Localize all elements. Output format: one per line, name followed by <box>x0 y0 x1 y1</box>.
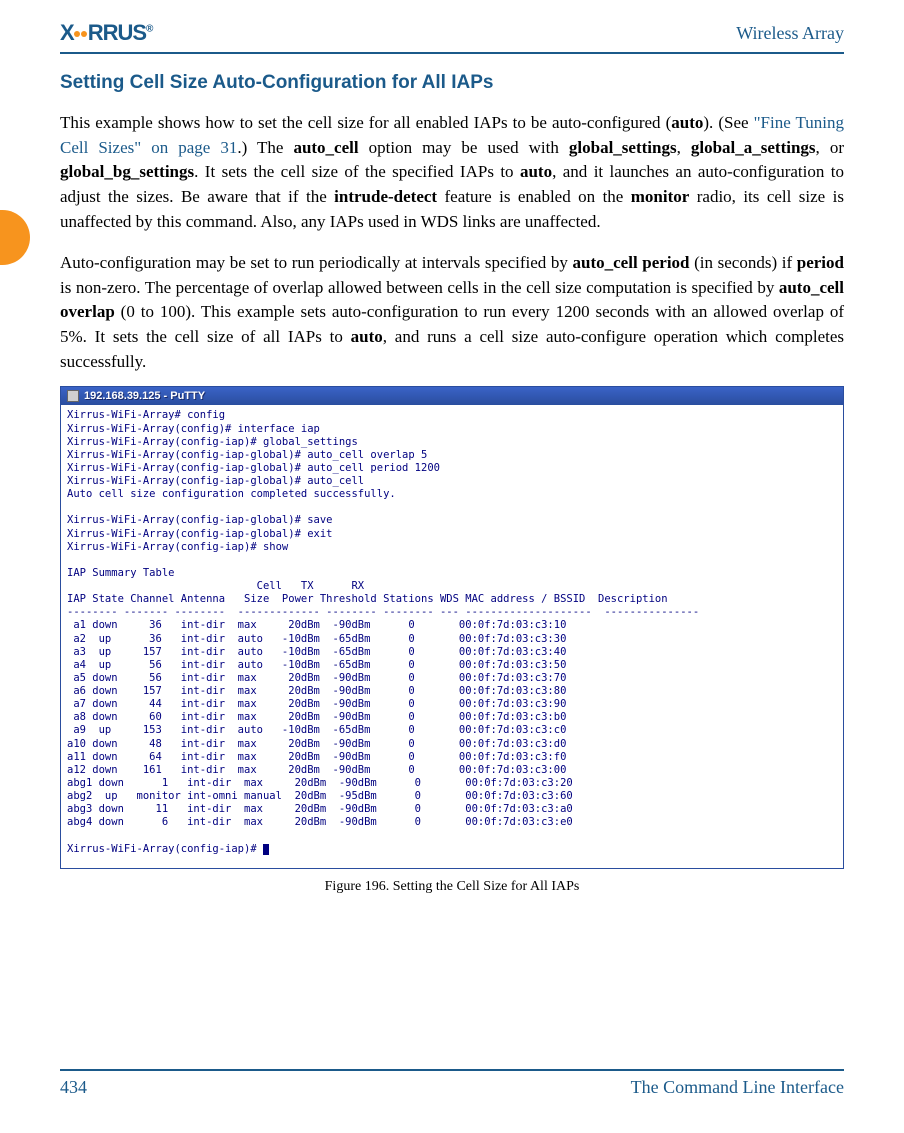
logo-text: XXIRRUSRRUS® <box>60 20 152 46</box>
text-bold: global_bg_settings <box>60 162 194 181</box>
terminal-table-rows: a1 down 36 int-dir max 20dBm -90dBm 0 00… <box>67 619 573 828</box>
terminal-lines: Xirrus-WiFi-Array# config Xirrus-WiFi-Ar… <box>67 409 699 618</box>
terminal-title: 192.168.39.125 - PuTTY <box>84 390 205 402</box>
page-number: 434 <box>60 1077 87 1098</box>
text-bold: global_a_settings <box>691 138 816 157</box>
text-bold: auto <box>671 113 703 132</box>
header-product: Wireless Array <box>736 23 844 44</box>
section-side-tab <box>0 210 30 265</box>
logo-dot-icon <box>74 31 80 37</box>
terminal-prompt: Xirrus-WiFi-Array(config-iap)# <box>67 843 263 855</box>
text: .) The <box>237 138 293 157</box>
terminal-cursor-icon <box>263 844 269 855</box>
putty-icon <box>67 390 79 402</box>
terminal-window: 192.168.39.125 - PuTTY Xirrus-WiFi-Array… <box>60 386 844 868</box>
page-header: XXIRRUSRRUS® Wireless Array <box>60 20 844 54</box>
paragraph-2: Auto-configuration may be set to run per… <box>60 251 844 374</box>
text-bold: auto_cell <box>293 138 358 157</box>
text-bold: auto_cell period <box>573 253 690 272</box>
text-bold: auto <box>520 162 552 181</box>
logo-reg-icon: ® <box>146 24 152 35</box>
text: , or <box>816 138 844 157</box>
figure-caption: Figure 196. Setting the Cell Size for Al… <box>60 879 844 895</box>
text: This example shows how to set the cell s… <box>60 113 671 132</box>
section-heading: Setting Cell Size Auto-Configuration for… <box>60 72 844 94</box>
text: , <box>677 138 691 157</box>
text: feature is enabled on the <box>437 187 631 206</box>
footer-title: The Command Line Interface <box>631 1077 844 1098</box>
text: option may be used with <box>359 138 569 157</box>
text: is non-zero. The percentage of overlap a… <box>60 278 779 297</box>
text: Auto-configuration may be set to run per… <box>60 253 573 272</box>
text-bold: period <box>797 253 844 272</box>
text-bold: auto <box>351 327 383 346</box>
text-bold: monitor <box>631 187 690 206</box>
text: (in seconds) if <box>690 253 797 272</box>
text: . It sets the cell size of the specified… <box>194 162 520 181</box>
logo-dot-icon <box>81 31 87 37</box>
terminal-titlebar: 192.168.39.125 - PuTTY <box>61 387 843 405</box>
paragraph-1: This example shows how to set the cell s… <box>60 111 844 234</box>
terminal-output: Xirrus-WiFi-Array# config Xirrus-WiFi-Ar… <box>61 405 843 867</box>
text-bold: intrude-detect <box>334 187 437 206</box>
text-bold: global_settings <box>569 138 677 157</box>
text: ). (See <box>703 113 753 132</box>
page-footer: 434 The Command Line Interface <box>60 1069 844 1098</box>
logo: XXIRRUSRRUS® <box>60 20 152 46</box>
